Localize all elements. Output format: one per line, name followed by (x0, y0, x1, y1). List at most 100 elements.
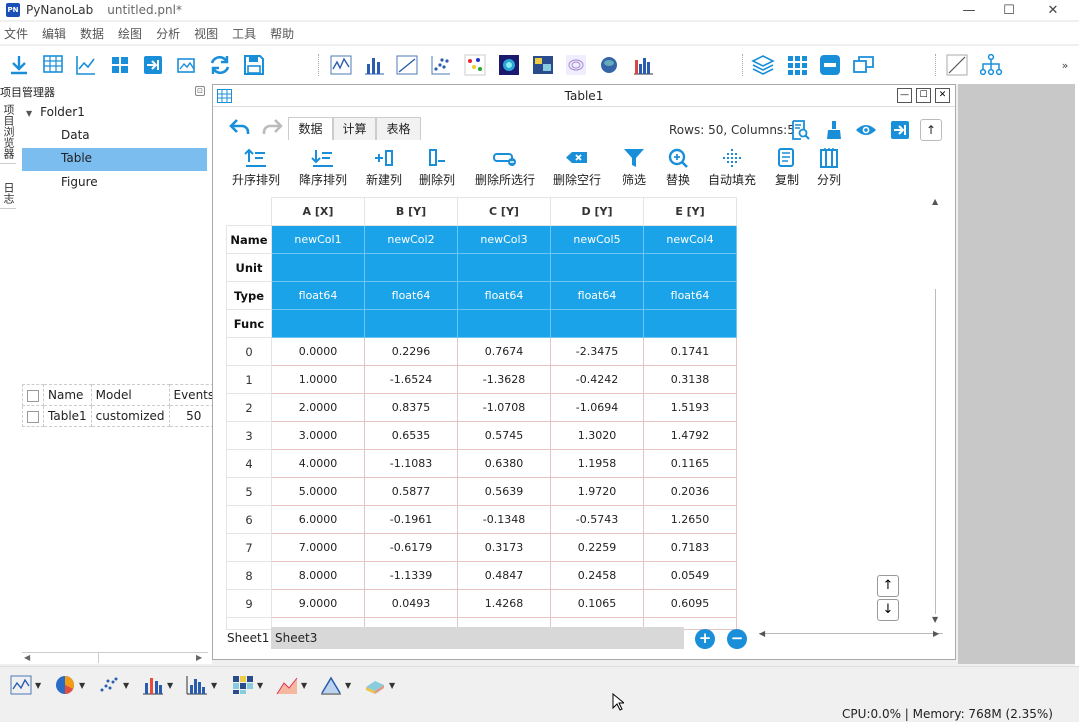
filter-button[interactable]: 筛选 (619, 145, 649, 191)
layers-icon[interactable] (750, 52, 776, 78)
meta-cell-type-d[interactable]: float64 (550, 281, 644, 310)
menu-help[interactable]: 帮助 (270, 25, 294, 42)
redo-icon[interactable] (261, 117, 283, 139)
side-tab-project-browser[interactable]: 项目浏览器 (0, 100, 16, 164)
tree-item-figure[interactable]: Figure (61, 171, 98, 193)
meta-cell-func-e[interactable] (643, 309, 737, 338)
scroll-right-icon[interactable]: ▶ (933, 629, 939, 638)
meta-cell-type-c[interactable]: float64 (457, 281, 551, 310)
menu-view[interactable]: 视图 (194, 25, 218, 42)
row-index[interactable]: 2 (226, 393, 272, 422)
3d-plot-icon[interactable] (596, 52, 622, 78)
meta-cell-func-c[interactable] (457, 309, 551, 338)
table-row[interactable]: 9 9.0000 0.0493 1.4268 0.1065 0.6095 (226, 589, 737, 618)
sheet-tab-1[interactable]: Sheet1 (223, 627, 273, 649)
sort-ascending-button[interactable]: 升序排列 (231, 145, 281, 191)
split-column-button[interactable]: 分列 (817, 145, 841, 191)
data-cell-d[interactable]: 1.3020 (550, 421, 644, 450)
table-maximize-icon[interactable]: ☐ (916, 88, 931, 103)
data-cell-c[interactable]: 1.4268 (457, 589, 551, 618)
data-cell-a[interactable]: 7.0000 (271, 533, 365, 562)
remove-sheet-button[interactable]: − (727, 629, 747, 649)
line-graph-icon[interactable] (73, 52, 99, 78)
delete-column-button[interactable]: 删除列 (419, 145, 455, 191)
meta-cell-name-e[interactable]: newCol4 (643, 225, 737, 254)
row-index[interactable]: 9 (226, 589, 272, 618)
data-cell-b[interactable]: 0.8375 (364, 393, 458, 422)
meta-cell-func-d[interactable] (550, 309, 644, 338)
move-up-button[interactable]: ↑ (877, 575, 899, 597)
data-cell-a[interactable]: 8.0000 (271, 561, 365, 590)
tab-compute[interactable]: 计算 (333, 117, 376, 140)
minus-box-icon[interactable] (817, 52, 843, 78)
meta-cell-func-a[interactable] (271, 309, 365, 338)
meta-cell-name-b[interactable]: newCol2 (364, 225, 458, 254)
menu-tools[interactable]: 工具 (232, 25, 256, 42)
meta-cell-name-a[interactable]: newCol1 (271, 225, 365, 254)
data-cell-e[interactable]: 0.2036 (643, 477, 737, 506)
table-row[interactable]: 3 3.0000 0.6535 0.5745 1.3020 1.4792 (226, 421, 737, 450)
meta-cell-unit-d[interactable] (550, 253, 644, 282)
meta-cell-unit-b[interactable] (364, 253, 458, 282)
grid-vertical-scrollbar[interactable]: ▲ ▼ (929, 197, 943, 625)
histogram-dropdown[interactable]: ▼ (186, 673, 217, 697)
data-cell-c[interactable]: 0.3173 (457, 533, 551, 562)
data-cell-b[interactable]: -0.6179 (364, 533, 458, 562)
diagonal-line-icon[interactable] (944, 52, 970, 78)
data-cell-c[interactable]: 0.4847 (457, 561, 551, 590)
data-cell-b[interactable]: 0.2296 (364, 337, 458, 366)
line-plot-icon[interactable] (328, 52, 354, 78)
grid-icon[interactable] (784, 52, 810, 78)
data-cell-e[interactable]: 1.2650 (643, 505, 737, 534)
sort-descending-button[interactable]: 降序排列 (298, 145, 348, 191)
table-close-icon[interactable]: ✕ (935, 88, 950, 103)
tree-item-table[interactable]: Table (61, 147, 92, 169)
row-index[interactable]: 6 (226, 505, 272, 534)
data-cell-e[interactable]: 0.7183 (643, 533, 737, 562)
data-cell-c[interactable]: 0.6380 (457, 449, 551, 478)
row-index[interactable]: 3 (226, 421, 272, 450)
layout-icon[interactable] (107, 52, 133, 78)
column-header-e[interactable]: E [Y] (643, 197, 737, 226)
data-cell-a[interactable]: 2.0000 (271, 393, 365, 422)
save-icon[interactable] (241, 52, 267, 78)
menu-file[interactable]: 文件 (4, 25, 28, 42)
scroll-left-icon[interactable]: ◀ (24, 653, 30, 662)
refresh-icon[interactable] (207, 52, 233, 78)
image-icon[interactable] (174, 52, 200, 78)
data-cell-c[interactable]: -1.3628 (457, 365, 551, 394)
side-tab-log[interactable]: 日志 (0, 178, 16, 209)
close-icon[interactable]: ✕ (1030, 0, 1076, 20)
brush-icon[interactable] (823, 119, 845, 141)
data-cell-b[interactable]: -1.1083 (364, 449, 458, 478)
tab-table[interactable]: 表格 (376, 117, 421, 140)
data-cell-d[interactable]: 0.1065 (550, 589, 644, 618)
scatter-plot-icon[interactable] (428, 52, 454, 78)
table-row[interactable]: 6 6.0000 -0.1961 -0.1348 -0.5743 1.2650 (226, 505, 737, 534)
scatter-chart-dropdown[interactable]: ▼ (98, 673, 129, 697)
sheet-tab-3[interactable]: Sheet3 (271, 627, 684, 649)
window-restore-icon[interactable] (851, 52, 877, 78)
meta-cell-func-b[interactable] (364, 309, 458, 338)
line-chart-dropdown[interactable]: ▼ (10, 673, 41, 697)
column-header-name[interactable]: Name (43, 384, 92, 406)
menu-edit[interactable]: 编辑 (42, 25, 66, 42)
3d-surface-dropdown[interactable]: ▼ (364, 673, 395, 697)
column-header-b[interactable]: B [Y] (364, 197, 458, 226)
menu-analysis[interactable]: 分析 (156, 25, 180, 42)
table-row[interactable]: 1 1.0000 -1.6524 -1.3628 -0.4242 0.3138 (226, 365, 737, 394)
menu-plot[interactable]: 绘图 (118, 25, 142, 42)
meta-cell-type-a[interactable]: float64 (271, 281, 365, 310)
data-cell-d[interactable]: -0.5743 (550, 505, 644, 534)
copy-button[interactable]: 复制 (775, 145, 799, 191)
data-cell-d[interactable]: -0.4242 (550, 365, 644, 394)
scroll-top-icon[interactable]: ↑ (920, 119, 942, 141)
data-cell-e[interactable]: 0.1165 (643, 449, 737, 478)
search-doc-icon[interactable] (789, 119, 811, 141)
column-header-c[interactable]: C [Y] (457, 197, 551, 226)
data-cell-e[interactable]: 0.3138 (643, 365, 737, 394)
table-row[interactable]: 8 8.0000 -1.1339 0.4847 0.2458 0.0549 (226, 561, 737, 590)
data-cell-e[interactable]: 1.4792 (643, 421, 737, 450)
heatmap-icon[interactable] (496, 52, 522, 78)
meta-cell-name-c[interactable]: newCol3 (457, 225, 551, 254)
